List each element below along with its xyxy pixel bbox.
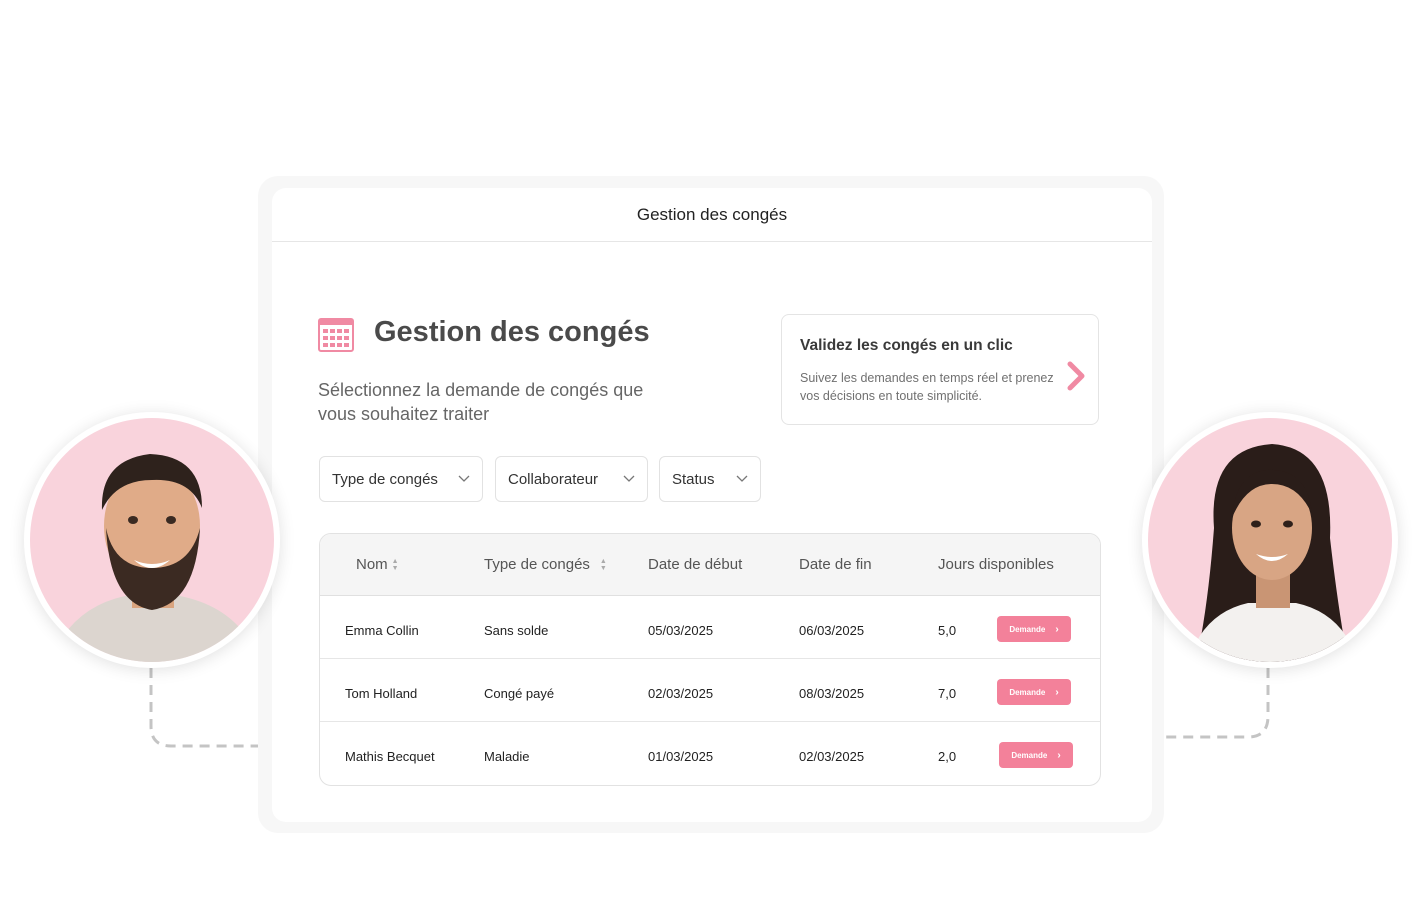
column-header-end: Date de fin	[799, 556, 872, 573]
request-button-label: Demande	[1011, 750, 1048, 760]
avatar-man	[24, 412, 280, 668]
page-subtitle: Sélectionnez la demande de congés que vo…	[318, 380, 644, 424]
sort-icon[interactable]: ▲ ▼	[392, 558, 399, 572]
person-illustration	[30, 418, 274, 662]
avatar-photo	[30, 418, 274, 662]
table-row[interactable]: Mathis Becquet Maladie 01/03/2025 02/03/…	[320, 722, 1100, 785]
filter-collaborator[interactable]: Collaborateur	[495, 456, 648, 502]
filter-status-label: Status	[672, 470, 715, 488]
table-row[interactable]: Tom Holland Congé payé 02/03/2025 08/03/…	[320, 659, 1100, 722]
cell-end: 02/03/2025	[799, 749, 865, 764]
window-title-bar: Gestion des congés	[272, 188, 1152, 242]
app-window: Gestion des congés Gestion des congés Sé…	[272, 188, 1152, 822]
chevron-down-icon	[736, 475, 748, 482]
filter-collaborator-label: Collaborateur	[508, 470, 599, 488]
chevron-down-icon	[623, 475, 635, 482]
avatar-woman	[1142, 412, 1398, 668]
person-illustration	[1148, 418, 1392, 662]
column-header-days: Jours disponibles	[938, 556, 1054, 573]
column-header-start: Date de début	[648, 556, 743, 573]
page-title: Gestion des congés	[374, 316, 650, 348]
calendar-icon	[318, 318, 354, 352]
table-header: Nom ▲ ▼ Type de congés ▲ ▼ Date de début Dat…	[320, 534, 1100, 596]
cell-name: Emma Collin	[345, 623, 419, 638]
request-button[interactable]: Demande ›	[997, 616, 1071, 642]
cell-start: 05/03/2025	[648, 623, 714, 638]
cell-name: Tom Holland	[345, 686, 418, 701]
chevron-down-icon	[458, 475, 470, 482]
cell-type: Sans solde	[484, 623, 549, 638]
request-button[interactable]: Demande ›	[999, 742, 1073, 768]
request-button-label: Demande	[1009, 687, 1046, 697]
cell-start: 02/03/2025	[648, 686, 714, 701]
promo-text: Suivez les demandes en temps réel et pre…	[800, 371, 1054, 403]
chevron-right-icon: ›	[1055, 686, 1059, 698]
cell-days: 7,0	[938, 686, 957, 701]
connector-right	[1166, 668, 1270, 739]
window-title: Gestion des congés	[636, 204, 788, 224]
table-row[interactable]: Emma Collin Sans solde 05/03/2025 06/03/…	[320, 596, 1100, 659]
promo-title: Validez les congés en un clic	[800, 337, 1013, 354]
column-header-name[interactable]: Nom ▲ ▼	[356, 556, 399, 573]
cell-end: 08/03/2025	[799, 686, 865, 701]
cell-start: 01/03/2025	[648, 749, 714, 764]
cell-type: Congé payé	[484, 686, 555, 701]
chevron-right-icon: ›	[1057, 749, 1061, 761]
cell-name: Mathis Becquet	[345, 749, 435, 764]
cell-days: 2,0	[938, 749, 957, 764]
cell-days: 5,0	[938, 623, 957, 638]
filter-leave-type-label: Type de congés	[332, 470, 438, 488]
column-header-type[interactable]: Type de congés ▲ ▼	[484, 556, 607, 573]
connector-left	[149, 668, 258, 748]
cell-type: Maladie	[484, 749, 530, 764]
avatar-photo	[1148, 418, 1392, 662]
filter-status[interactable]: Status	[659, 456, 761, 502]
request-button-label: Demande	[1009, 624, 1046, 634]
quick-validate-card[interactable]: Validez les congés en un clic Suivez les…	[781, 314, 1099, 425]
chevron-right-icon[interactable]	[1065, 361, 1087, 391]
request-button[interactable]: Demande ›	[997, 679, 1071, 705]
leave-requests-table: Nom ▲ ▼ Type de congés ▲ ▼ Date de début Dat…	[319, 533, 1101, 786]
sort-icon[interactable]: ▲ ▼	[600, 558, 607, 572]
cell-end: 06/03/2025	[799, 623, 865, 638]
filter-leave-type[interactable]: Type de congés	[319, 456, 483, 502]
chevron-right-icon: ›	[1055, 623, 1059, 635]
